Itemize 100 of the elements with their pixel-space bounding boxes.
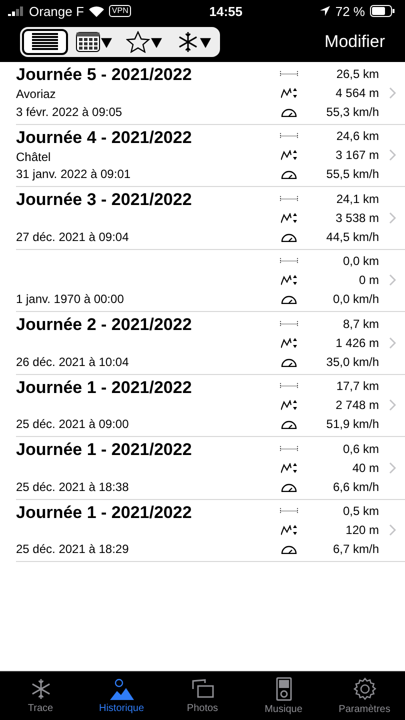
day-title: Journée 1 - 2021/2022: [16, 502, 193, 522]
chevron-icon: [388, 274, 396, 286]
date-label: 31 janv. 2022 à 09:01: [16, 166, 132, 182]
tab-bar-item[interactable]: Paramètres: [324, 672, 405, 720]
ruler-icon: [280, 508, 298, 514]
speed-value: 55,5 km/h: [325, 167, 379, 182]
speed-value: 55,3 km/h: [325, 104, 379, 119]
chevron-icon: [388, 524, 396, 536]
segment-button[interactable]: [22, 29, 68, 55]
distance-value: 0,6 km: [342, 442, 379, 456]
date-label: 25 déc. 2021 à 09:00: [16, 416, 130, 432]
music-player-icon: [276, 677, 292, 701]
day-row[interactable]: Journée 1 - 2021/2022 25 déc. 2021 à 18:29 0,5 km 120 m 6,7 km/h: [16, 500, 405, 562]
date-label: 25 déc. 2021 à 18:29: [16, 541, 130, 557]
location-label: Châtel: [16, 148, 52, 165]
speedometer-icon: [281, 232, 297, 242]
tab-bar-item[interactable]: Historique: [81, 672, 162, 720]
distance-value: 24,1 km: [335, 192, 379, 206]
chevron-icon: [388, 86, 396, 99]
ruler-icon: [280, 446, 298, 452]
day-title: Journée 3 - 2021/2022: [16, 190, 193, 210]
day-title: Journée 2 - 2021/2022: [16, 315, 193, 335]
carrier-name: Orange F: [29, 4, 84, 18]
speedometer-icon: [281, 356, 297, 367]
chevron-icon: [388, 399, 396, 412]
settings-icon: [352, 677, 376, 701]
elevation-icon: [281, 88, 297, 98]
elevation-value: 0 m: [358, 273, 379, 288]
battery-icon: [370, 5, 395, 17]
elevation-value: 3 538 m: [334, 210, 379, 225]
ruler-icon: [280, 258, 298, 264]
elevation-icon: [281, 150, 297, 160]
speedometer-icon: [281, 544, 297, 554]
ruler-icon: [280, 70, 298, 77]
chevron-icon: [388, 336, 396, 349]
distance-value: 26,5 km: [335, 66, 379, 81]
day-row[interactable]: Journée 3 - 2021/2022 27 déc. 2021 à 09:04 24,1 km 3 538 m 44,5 km/h: [16, 187, 405, 250]
speed-value: 44,5 km/h: [325, 230, 379, 244]
distance-value: 0,5 km: [342, 504, 379, 518]
speed-value: 6,6 km/h: [332, 480, 379, 494]
elevation-value: 2 748 m: [334, 398, 379, 412]
distance-value: 8,7 km: [342, 316, 379, 331]
elevation-value: 4 564 m: [334, 86, 379, 100]
chevron-icon: [388, 462, 396, 474]
signal-icon: [8, 6, 24, 16]
speed-value: 51,9 km/h: [325, 417, 379, 432]
date-label: 27 déc. 2021 à 09:04: [16, 228, 130, 244]
day-row[interactable]: Journée 2 - 2021/2022 26 déc. 2021 à 10:04 8,7 km 1 426 m 35,0 km/h: [16, 312, 405, 374]
ruler-icon: [280, 383, 298, 390]
date-label: 1 janv. 1970 à 00:00: [16, 291, 125, 307]
snowflake-icon: [177, 31, 199, 53]
speedometer-icon: [281, 419, 297, 430]
ruler-icon: [280, 133, 298, 140]
photos-icon: [190, 678, 214, 700]
date-label: 26 déc. 2021 à 10:04: [16, 354, 130, 370]
elevation-icon: [281, 212, 297, 223]
day-title: Journée 4 - 2021/2022: [16, 128, 193, 148]
elevation-icon: [281, 400, 297, 410]
chevron-icon: [388, 212, 396, 224]
caret-icon: [200, 36, 211, 48]
ruler-icon: [280, 320, 298, 327]
tab-bar-item[interactable]: Musique: [243, 672, 324, 720]
day-row[interactable]: Journée 4 - 2021/2022 Châtel 31 janv. 2022 à 09:01 24,6 km 3 167 m 55,5 km/h: [16, 124, 405, 187]
day-row[interactable]: 1 janv. 1970 à 00:00 0,0 km 0 m 0,0 km/h: [16, 250, 405, 312]
elevation-icon: [281, 338, 297, 348]
caret-icon: [151, 36, 162, 48]
elevation-value: 120 m: [344, 523, 379, 538]
elevation-value: 40 m: [351, 460, 379, 475]
tab-bar-item[interactable]: Trace: [0, 672, 81, 720]
day-row[interactable]: Journée 1 - 2021/2022 25 déc. 2021 à 18:38 0,6 km 40 m 6,6 km/h: [16, 437, 405, 500]
distance-value: 0,0 km: [342, 254, 379, 268]
snowflake-icon: [30, 678, 52, 700]
elevation-icon: [281, 275, 297, 286]
distance-value: 17,7 km: [335, 379, 379, 394]
day-row[interactable]: Journée 5 - 2021/2022 Avoriaz 3 févr. 2022 à 09:05 26,5 km 4 564 m 55,3 km/h: [16, 62, 405, 124]
elevation-value: 1 426 m: [334, 336, 379, 350]
speed-value: 6,7 km/h: [332, 542, 379, 556]
elevation-icon: [281, 462, 297, 473]
ruler-icon: [280, 196, 298, 202]
list-icon: [32, 33, 58, 51]
clock: 14:55: [209, 4, 242, 18]
speedometer-icon: [281, 294, 297, 304]
tab-bar-item[interactable]: Photos: [162, 672, 243, 720]
wifi-icon: [88, 6, 104, 16]
calendar-icon: [76, 32, 100, 52]
day-row[interactable]: Journée 1 - 2021/2022 25 déc. 2021 à 09:00 17,7 km 2 748 m 51,9 km/h: [16, 374, 405, 437]
edit-button[interactable]: Modifier: [324, 32, 385, 52]
speedometer-icon: [281, 169, 297, 180]
caret-icon: [101, 36, 112, 48]
chevron-icon: [388, 149, 396, 162]
elevation-value: 3 167 m: [334, 148, 379, 162]
speedometer-icon: [281, 106, 297, 117]
location-label: Avoriaz: [16, 86, 57, 102]
day-title: Journée 1 - 2021/2022: [16, 378, 193, 398]
speedometer-icon: [281, 482, 297, 492]
day-title: Journée 5 - 2021/2022: [16, 65, 193, 85]
speed-value: 0,0 km/h: [332, 292, 379, 306]
elevation-icon: [281, 525, 297, 536]
day-title: Journée 1 - 2021/2022: [16, 440, 193, 460]
battery-percentage: 72 %: [335, 4, 365, 18]
